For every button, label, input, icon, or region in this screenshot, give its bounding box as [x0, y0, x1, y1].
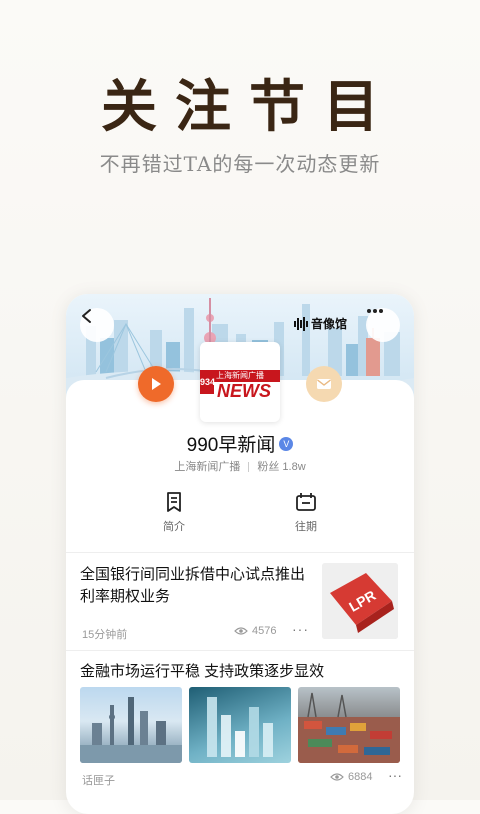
article-views-count: 6884: [348, 771, 373, 783]
intro-doc-icon: [167, 492, 181, 512]
article-title[interactable]: 金融市场运行平稳 支持政策逐步显效: [80, 660, 324, 681]
back-arrow-icon: [82, 309, 91, 323]
article-views: 4576: [234, 625, 276, 637]
article-thumbnail: LPR: [322, 563, 398, 639]
channel-meta: 上海新闻广播 粉丝 1.8w: [66, 458, 414, 474]
hero-title: 关注节目: [101, 74, 397, 140]
more-dots-icon: [367, 309, 383, 313]
channel-fans: 粉丝 1.8w: [257, 461, 306, 473]
article-image-port[interactable]: [298, 687, 400, 763]
section-divider: [66, 650, 414, 651]
article-image-chart[interactable]: [189, 687, 291, 763]
message-button[interactable]: [306, 366, 342, 402]
meta-divider: [248, 462, 250, 473]
audio-hall-label: 音像馆: [311, 317, 348, 331]
article-title: 全国银行间同业拆借中心试点推出利率期权业务: [80, 566, 306, 605]
logo-number: 934: [200, 370, 215, 394]
article-more-button[interactable]: ···: [292, 621, 309, 637]
article-views-count: 4576: [252, 625, 277, 637]
skyline-photo: [80, 697, 182, 763]
article-item[interactable]: 全国银行间同业拆借中心试点推出利率期权业务 LPR 15分钟前 4576 ···: [66, 556, 414, 648]
lpr-thumbnail-graphic: LPR: [322, 563, 398, 639]
logo-word: NEWS: [217, 381, 271, 401]
play-icon: [152, 378, 161, 390]
eye-icon: [330, 773, 344, 781]
mail-icon: [317, 379, 331, 389]
tab-past[interactable]: 往期: [276, 492, 336, 534]
bar-sculpture-photo: [207, 697, 273, 757]
article-image-skyline[interactable]: [80, 687, 182, 763]
article-time: 15分钟前: [82, 629, 128, 641]
verified-badge: V: [279, 436, 294, 451]
channel-card: 音像馆 上海新闻广播 934 NEWS 990早新闻 V 上海新闻广播 粉丝 1.8…: [66, 294, 414, 814]
channel-org: 上海新闻广播: [174, 461, 241, 473]
tab-intro[interactable]: 简介: [144, 492, 204, 534]
section-divider: [66, 552, 414, 553]
article-more-button[interactable]: ···: [388, 767, 402, 783]
tab-past-label: 往期: [295, 521, 317, 533]
play-button[interactable]: [138, 366, 174, 402]
back-button[interactable]: [80, 308, 114, 342]
audio-bars-icon: [294, 316, 308, 331]
more-button[interactable]: [366, 308, 400, 342]
channel-name-text: 990早新闻: [186, 435, 276, 456]
article-source: 话匣子: [82, 775, 115, 787]
archive-box-icon: [296, 493, 316, 511]
tab-intro-label: 简介: [163, 521, 185, 533]
channel-name: 990早新闻 V: [66, 430, 414, 457]
audio-hall-button[interactable]: 音像馆: [294, 315, 347, 332]
container-port-photo: [298, 692, 400, 763]
channel-logo: 上海新闻广播 934 NEWS: [200, 342, 280, 422]
article-views: 6884: [330, 771, 372, 783]
eye-icon: [234, 627, 248, 635]
hero-subtitle: 不再错过TA的每一次动态更新: [99, 152, 381, 176]
